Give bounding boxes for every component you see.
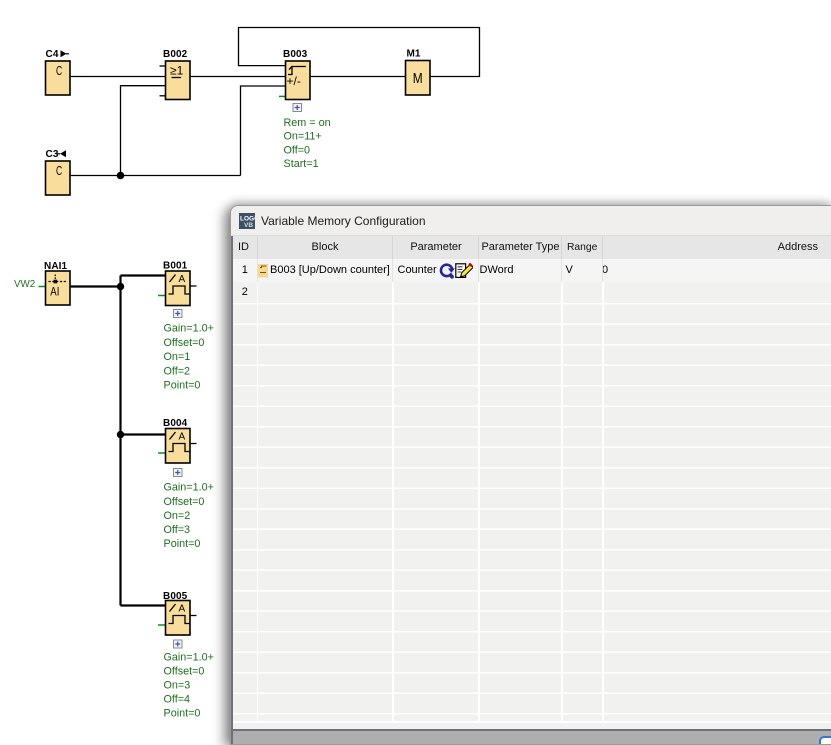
svg-text:A: A <box>179 432 186 443</box>
svg-text:Off=4: Off=4 <box>164 694 191 706</box>
svg-text:B004: B004 <box>163 418 188 429</box>
svg-text:A: A <box>179 604 186 615</box>
svg-text:Point=0: Point=0 <box>164 538 201 550</box>
svg-text:Offset=0: Offset=0 <box>164 337 205 349</box>
svg-text:Off=3: Off=3 <box>164 524 191 536</box>
svg-text:VB: VB <box>244 222 253 229</box>
svg-text:Offset=0: Offset=0 <box>164 496 205 508</box>
svg-text:AI: AI <box>50 286 59 299</box>
svg-text:Off=2: Off=2 <box>164 365 191 377</box>
svg-text:On=3: On=3 <box>164 680 191 692</box>
svg-text:B005: B005 <box>163 591 188 602</box>
svg-text:C: C <box>56 164 62 178</box>
svg-text:NAI1: NAI1 <box>44 261 68 272</box>
svg-text:Start=1: Start=1 <box>284 158 319 170</box>
svg-text:Gain=1.0+: Gain=1.0+ <box>164 482 214 494</box>
svg-text:M1: M1 <box>407 49 421 60</box>
svg-text:VW2: VW2 <box>14 279 35 290</box>
svg-text:Off=0: Off=0 <box>284 144 311 156</box>
svg-text:B001: B001 <box>163 261 188 272</box>
svg-text:+/-: +/- <box>287 74 301 88</box>
svg-text:M: M <box>413 70 423 86</box>
svg-text:C: C <box>56 64 62 78</box>
svg-text:On=2: On=2 <box>164 510 191 522</box>
svg-text:Gain=1.0+: Gain=1.0+ <box>164 323 214 335</box>
svg-text:Offset=0: Offset=0 <box>164 665 205 677</box>
svg-text:B002: B002 <box>163 49 188 60</box>
svg-text:C4: C4 <box>46 49 59 60</box>
svg-text:≥1: ≥1 <box>170 64 184 78</box>
svg-text:Point=0: Point=0 <box>164 380 201 392</box>
svg-text:B003: B003 <box>283 49 308 60</box>
svg-text:A: A <box>179 274 186 285</box>
svg-text:On=1: On=1 <box>164 351 191 363</box>
svg-text:Rem = on: Rem = on <box>284 117 331 129</box>
svg-text:C3: C3 <box>46 149 59 160</box>
svg-text:On=11+: On=11+ <box>284 131 322 143</box>
svg-text:Point=0: Point=0 <box>164 708 201 720</box>
svg-text:Gain=1.0+: Gain=1.0+ <box>164 651 214 663</box>
